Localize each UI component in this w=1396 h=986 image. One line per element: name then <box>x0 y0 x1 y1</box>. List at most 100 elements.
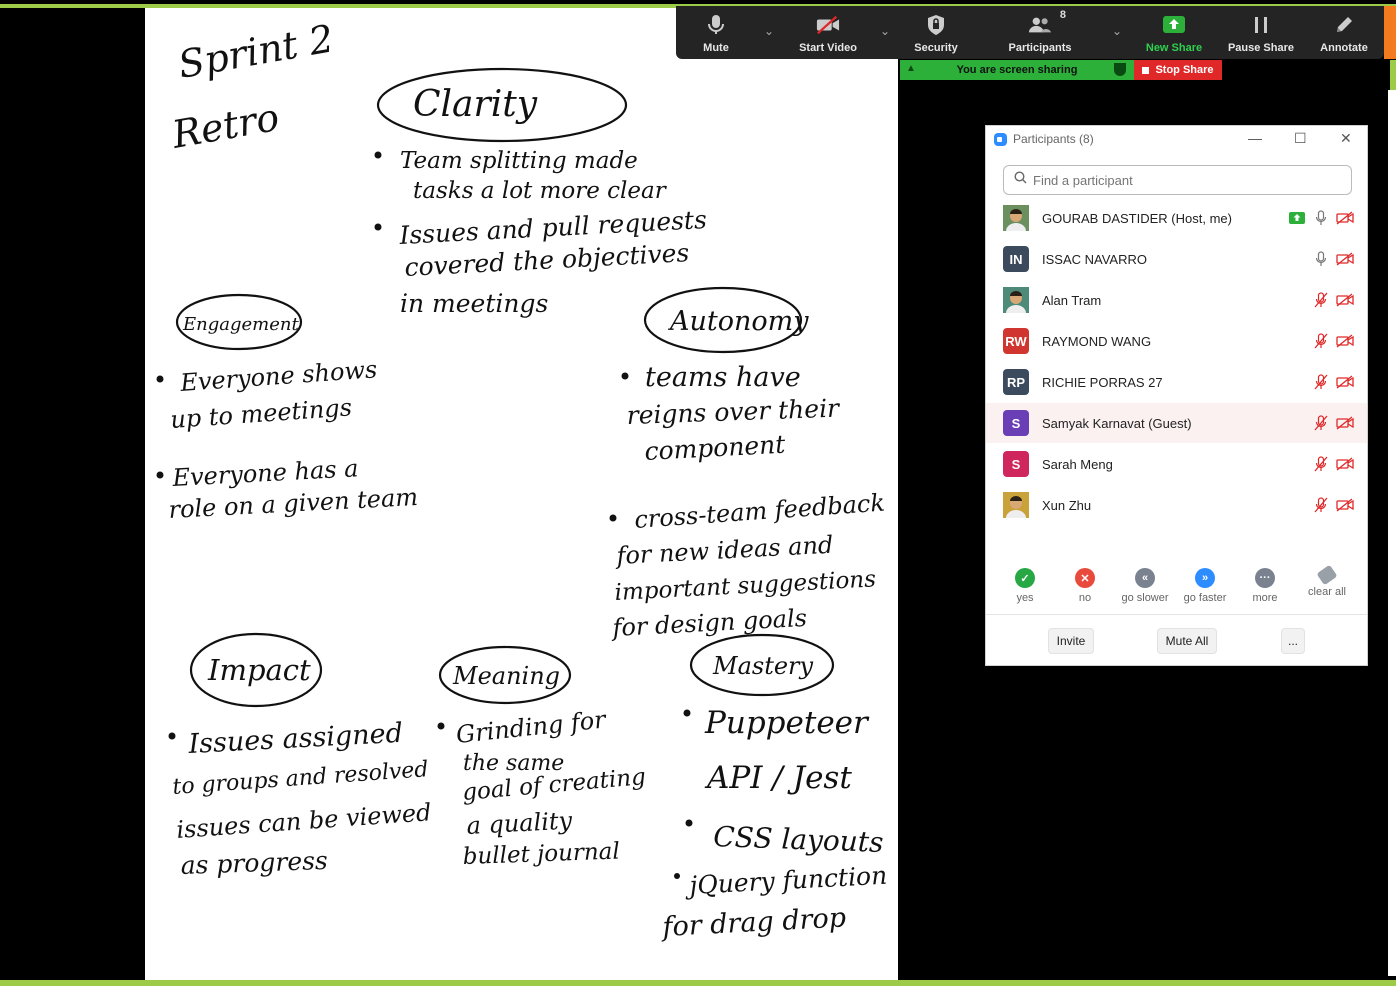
avatar: S <box>1003 410 1029 436</box>
search-input[interactable] <box>1031 171 1335 189</box>
note-impact-1c: issues can be viewed <box>175 798 432 844</box>
section-meaning: Meaning <box>452 662 560 690</box>
video-off-icon[interactable] <box>1336 209 1354 227</box>
video-off-icon[interactable] <box>1336 414 1354 432</box>
microphone-icon[interactable] <box>1312 250 1330 268</box>
security-button[interactable]: Security <box>908 6 964 59</box>
more-button[interactable] <box>1384 6 1396 59</box>
participant-name: Xun Zhu <box>1042 497 1092 513</box>
reaction-clear-all[interactable]: clear all <box>1297 564 1357 598</box>
reaction-go-slower[interactable]: « go slower <box>1115 568 1175 604</box>
note-meaning-1a: Grinding for <box>455 705 609 749</box>
reaction-label: no <box>1078 592 1092 604</box>
reaction-no-icon: ✕ <box>1075 568 1095 588</box>
participant-row[interactable]: Alan Tram <box>986 280 1367 320</box>
participant-row[interactable]: GOURAB DASTIDER (Host, me) <box>986 198 1367 238</box>
participant-name: GOURAB DASTIDER (Host, me) <box>1042 210 1232 226</box>
reaction-go-faster[interactable]: » go faster <box>1175 568 1235 604</box>
screen-share-icon <box>1288 209 1306 227</box>
participant-row[interactable]: RP RICHIE PORRAS 27 <box>986 362 1367 402</box>
reaction-label: go slower <box>1121 592 1169 604</box>
video-off-icon[interactable] <box>1336 250 1354 268</box>
note-engagement-1b: up to meetings <box>169 393 352 434</box>
participants-label: Participants <box>1008 42 1072 54</box>
chevron-down-icon[interactable]: ⌄ <box>764 24 774 38</box>
video-off-icon[interactable] <box>1336 496 1354 514</box>
more-options-button[interactable]: ... <box>1281 628 1305 654</box>
participant-row[interactable]: S Sarah Meng <box>986 444 1367 484</box>
note-clarity-1a: Team splitting made <box>400 148 638 174</box>
video-off-icon[interactable] <box>1336 291 1354 309</box>
board-title-line1: Sprint 2 <box>175 16 337 87</box>
bullet <box>156 375 164 383</box>
participant-name: Samyak Karnavat (Guest) <box>1042 415 1192 431</box>
mute-all-button[interactable]: Mute All <box>1157 628 1217 654</box>
microphone-muted-icon[interactable] <box>1312 373 1330 391</box>
participants-count: 8 <box>1059 9 1066 21</box>
shield-check-icon <box>1114 63 1126 76</box>
microphone-muted-icon[interactable] <box>1312 291 1330 309</box>
reaction-go-faster-icon: » <box>1195 568 1215 588</box>
panel-title: Participants (8) <box>994 132 1094 146</box>
reaction-more[interactable]: ··· more <box>1235 568 1295 604</box>
bullet <box>621 372 629 380</box>
invite-button[interactable]: Invite <box>1048 628 1094 654</box>
section-clarity: Clarity <box>413 84 538 125</box>
participants-button[interactable]: 8 Participants <box>1004 6 1076 59</box>
video-off-icon[interactable] <box>1336 332 1354 350</box>
video-off-icon[interactable] <box>1336 455 1354 473</box>
search-box[interactable] <box>1003 165 1352 195</box>
annotate-button[interactable]: Annotate <box>1316 6 1372 59</box>
microphone-icon[interactable] <box>1312 209 1330 227</box>
stop-icon <box>1142 66 1150 74</box>
whiteboard-canvas: Sprint 2 Retro Clarity Team splitting ma… <box>145 8 898 980</box>
chevron-down-icon[interactable]: ⌄ <box>880 24 890 38</box>
avatar: RW <box>1003 328 1029 354</box>
start-video-button[interactable]: Start Video <box>794 6 862 59</box>
reaction-yes[interactable]: ✓ yes <box>995 568 1055 604</box>
bullet <box>374 223 382 231</box>
chevron-down-icon[interactable]: ⌄ <box>1112 24 1122 38</box>
participant-row[interactable]: S Samyak Karnavat (Guest) <box>986 403 1367 443</box>
participant-name: Sarah Meng <box>1042 456 1113 472</box>
avatar: RP <box>1003 369 1029 395</box>
drag-handle-icon[interactable]: ▲ <box>906 63 916 74</box>
reaction-no[interactable]: ✕ no <box>1055 568 1115 604</box>
section-autonomy: Autonomy <box>667 306 809 337</box>
new-share-button[interactable]: New Share <box>1142 6 1206 59</box>
shield-icon <box>924 13 948 37</box>
participant-row[interactable]: Xun Zhu <box>986 485 1367 525</box>
sharing-status[interactable]: ▲ You are screen sharing <box>900 60 1134 80</box>
avatar <box>1003 287 1029 313</box>
bullet <box>674 873 680 879</box>
reaction-go-slower-icon: « <box>1135 568 1155 588</box>
microphone-muted-icon[interactable] <box>1312 455 1330 473</box>
note-mastery-3b: for drag drop <box>660 902 847 943</box>
bullet <box>609 514 617 522</box>
pause-share-label: Pause Share <box>1227 42 1295 54</box>
stop-share-button[interactable]: Stop Share <box>1134 60 1222 80</box>
note-impact-1b: to groups and resolved <box>172 757 430 800</box>
microphone-muted-icon[interactable] <box>1312 496 1330 514</box>
board-title-line2: Retro <box>168 95 282 157</box>
microphone-muted-icon[interactable] <box>1312 332 1330 350</box>
avatar: IN <box>1003 246 1029 272</box>
maximize-icon[interactable]: ☐ <box>1294 130 1307 147</box>
pause-share-button[interactable]: Pause Share <box>1226 6 1296 59</box>
close-icon[interactable]: ✕ <box>1340 130 1352 147</box>
participant-row[interactable]: RW RAYMOND WANG <box>986 321 1367 361</box>
mute-button[interactable]: Mute <box>694 6 738 59</box>
note-mastery-2: CSS layouts <box>713 820 884 859</box>
mute-all-label: Mute All <box>1165 634 1209 648</box>
microphone-muted-icon[interactable] <box>1312 414 1330 432</box>
new-share-label: New Share <box>1145 42 1203 54</box>
note-autonomy-2c: important suggestions <box>614 566 877 606</box>
pencil-icon <box>1332 13 1356 37</box>
avatar <box>1003 205 1029 231</box>
minimize-icon[interactable]: — <box>1248 130 1262 146</box>
participant-row[interactable]: IN ISSAC NAVARRO <box>986 239 1367 279</box>
note-mastery-1a: Puppeteer <box>704 705 870 741</box>
video-off-icon[interactable] <box>1336 373 1354 391</box>
security-label: Security <box>914 42 958 54</box>
participants-panel: Participants (8) — ☐ ✕ GOURAB DASTIDER (… <box>985 125 1368 666</box>
